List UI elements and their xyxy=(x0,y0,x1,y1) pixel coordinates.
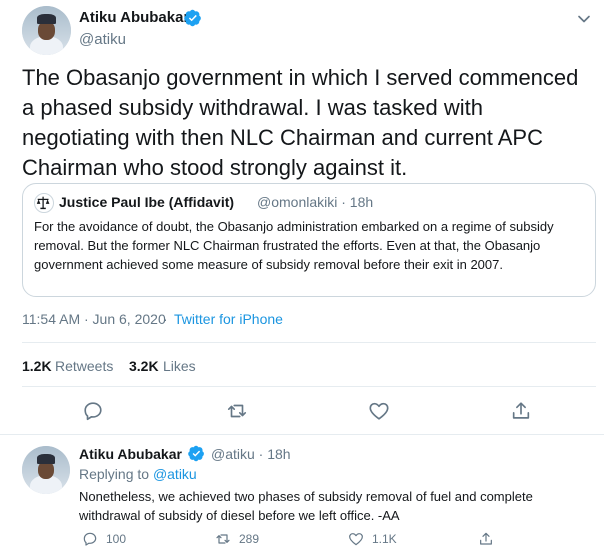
quoted-author-name[interactable]: Justice Paul Ibe (Affidavit) xyxy=(59,194,234,210)
author-avatar[interactable] xyxy=(22,6,71,55)
reply-handle-time: @atiku · 18h xyxy=(211,446,291,462)
retweets-count[interactable]: 1.2K xyxy=(22,358,52,374)
retweet-icon xyxy=(216,534,230,544)
tweet-text: The Obasanjo government in which I serve… xyxy=(22,65,579,180)
heart-icon xyxy=(369,402,389,420)
share-button[interactable] xyxy=(510,400,532,422)
retweet-count: 289 xyxy=(239,532,260,546)
reply-author-name[interactable]: Atiku Abubakar xyxy=(79,446,182,462)
replying-to: Replying to @atiku xyxy=(79,466,197,482)
retweet-icon xyxy=(227,404,247,418)
likes-count[interactable]: 3.2K xyxy=(129,358,159,374)
replying-to-prefix: Replying to xyxy=(79,466,153,482)
quoted-handle-time: @omonlakiki · 18h xyxy=(257,194,374,210)
chevron-down-icon[interactable] xyxy=(574,9,594,29)
heart-icon xyxy=(349,533,363,546)
reply-retweet-button[interactable]: 289 xyxy=(215,530,259,548)
like-button[interactable] xyxy=(368,400,390,422)
divider xyxy=(22,386,596,387)
scales-of-justice-icon xyxy=(36,196,50,210)
tweet-timestamp[interactable]: 11:54 AM · Jun 6, 2020 xyxy=(22,311,166,327)
divider xyxy=(22,342,596,343)
share-icon xyxy=(512,402,530,419)
quoted-author-avatar[interactable] xyxy=(34,193,54,213)
author-name[interactable]: Atiku Abubakar xyxy=(79,9,189,26)
reply-button[interactable] xyxy=(82,400,104,422)
reply-count: 100 xyxy=(106,532,127,546)
reply-author-avatar[interactable] xyxy=(22,446,70,494)
tweet-source-link[interactable]: Twitter for iPhone xyxy=(174,311,283,327)
reply-like-button[interactable]: 1.1K xyxy=(348,530,397,548)
reply-icon xyxy=(84,402,102,421)
share-icon xyxy=(480,532,492,545)
likes-label[interactable]: Likes xyxy=(163,358,196,374)
reply-icon xyxy=(83,532,97,546)
reply-tweet-text: Nonetheless, we achieved two phases of s… xyxy=(79,489,533,523)
timestamp-separator: · xyxy=(163,311,168,327)
like-count: 1.1K xyxy=(372,532,397,546)
reply-reply-button[interactable]: 100 xyxy=(82,530,126,548)
quoted-tweet-card[interactable]: Justice Paul Ibe (Affidavit) @omonlakiki… xyxy=(22,183,596,297)
divider xyxy=(0,434,604,435)
author-handle[interactable]: @atiku xyxy=(79,31,126,48)
verified-badge-icon xyxy=(188,445,204,462)
quoted-tweet-text: For the avoidance of doubt, the Obasanjo… xyxy=(34,219,554,272)
replying-to-mention[interactable]: @atiku xyxy=(153,466,197,482)
retweets-label[interactable]: Retweets xyxy=(55,358,113,374)
retweet-button[interactable] xyxy=(226,400,248,422)
verified-badge-icon xyxy=(184,9,201,27)
reply-share-button[interactable] xyxy=(478,530,494,548)
